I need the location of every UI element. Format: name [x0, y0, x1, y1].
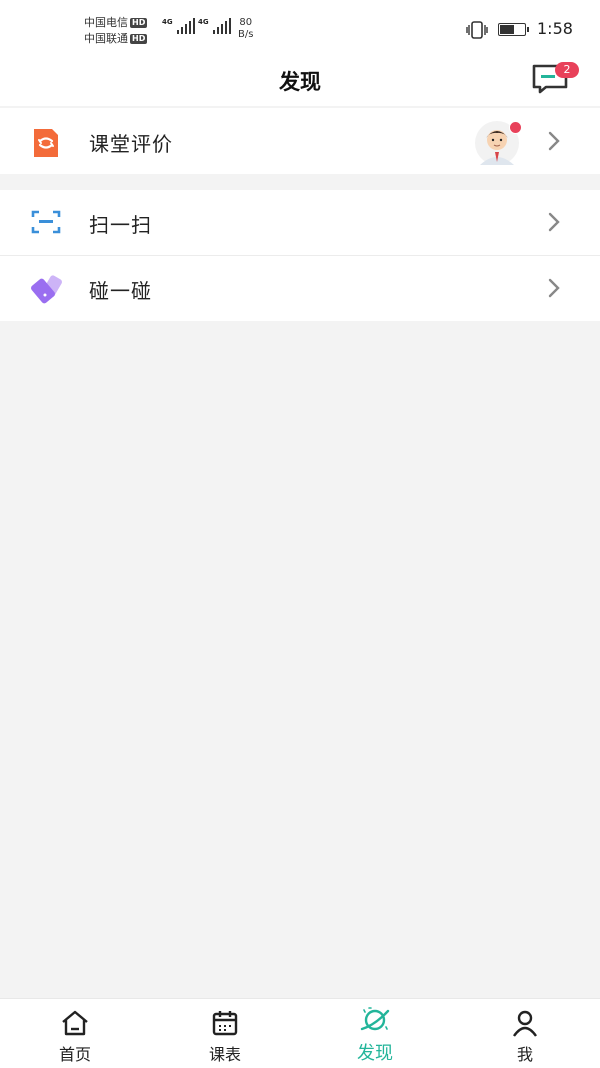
bump-phone-icon: [31, 275, 62, 304]
calendar-icon: [212, 1011, 238, 1036]
tab-label: 我: [516, 1045, 533, 1064]
network-speed: 80 B/s: [238, 17, 253, 41]
tab-label: 课表: [208, 1045, 241, 1064]
carrier-2-label: 中国联通: [84, 32, 128, 45]
battery-icon: [498, 23, 529, 36]
notification-dot: [509, 121, 522, 134]
signal-icon: 4G: [198, 18, 231, 34]
carrier-1-label: 中国电信: [84, 16, 128, 29]
network-type-1: 4G: [162, 18, 173, 26]
carrier-1: 中国电信 HD: [84, 16, 148, 29]
network-type-2: 4G: [198, 18, 209, 26]
page-title: 发现: [279, 70, 321, 94]
signal-icon: 4G: [162, 18, 195, 34]
tab-me[interactable]: 我: [450, 999, 600, 1068]
clock: 1:58: [537, 19, 573, 38]
header: 发现 2: [0, 56, 600, 106]
tab-home[interactable]: 首页: [0, 999, 150, 1068]
tab-label: 首页: [58, 1045, 91, 1064]
list-item-scan[interactable]: 扫一扫: [0, 190, 600, 255]
tab-discover[interactable]: 发现: [300, 999, 450, 1068]
chevron-right-icon: [548, 212, 560, 232]
user-icon: [513, 1010, 537, 1037]
message-badge: 2: [555, 62, 579, 78]
list-item-label: 碰一碰: [89, 279, 152, 303]
tab-schedule[interactable]: 课表: [150, 999, 300, 1068]
home-icon: [62, 1010, 88, 1036]
battery-level: [500, 25, 514, 34]
planet-icon: [360, 1007, 390, 1031]
scan-icon: [31, 210, 61, 234]
hd-badge: HD: [130, 18, 148, 28]
tab-bar: 首页 课表 发现 我: [0, 998, 600, 1068]
list-item-label: 扫一扫: [89, 213, 152, 237]
hd-badge: HD: [130, 34, 148, 44]
chevron-right-icon: [548, 131, 560, 151]
classroom-evaluation-icon: [34, 129, 58, 157]
tab-label: 发现: [357, 1043, 393, 1064]
vibrate-icon: [466, 21, 488, 39]
speed-value: 80: [239, 17, 253, 28]
list-item-bump[interactable]: 碰一碰: [0, 256, 600, 321]
carrier-2: 中国联通 HD: [84, 32, 148, 45]
status-bar: 中国电信 HD 中国联通 HD 4G 4G 80 B/s 1:58: [0, 0, 600, 56]
chevron-right-icon: [548, 278, 560, 298]
speed-unit: B/s: [238, 29, 254, 40]
list-item-label: 课堂评价: [89, 132, 173, 156]
